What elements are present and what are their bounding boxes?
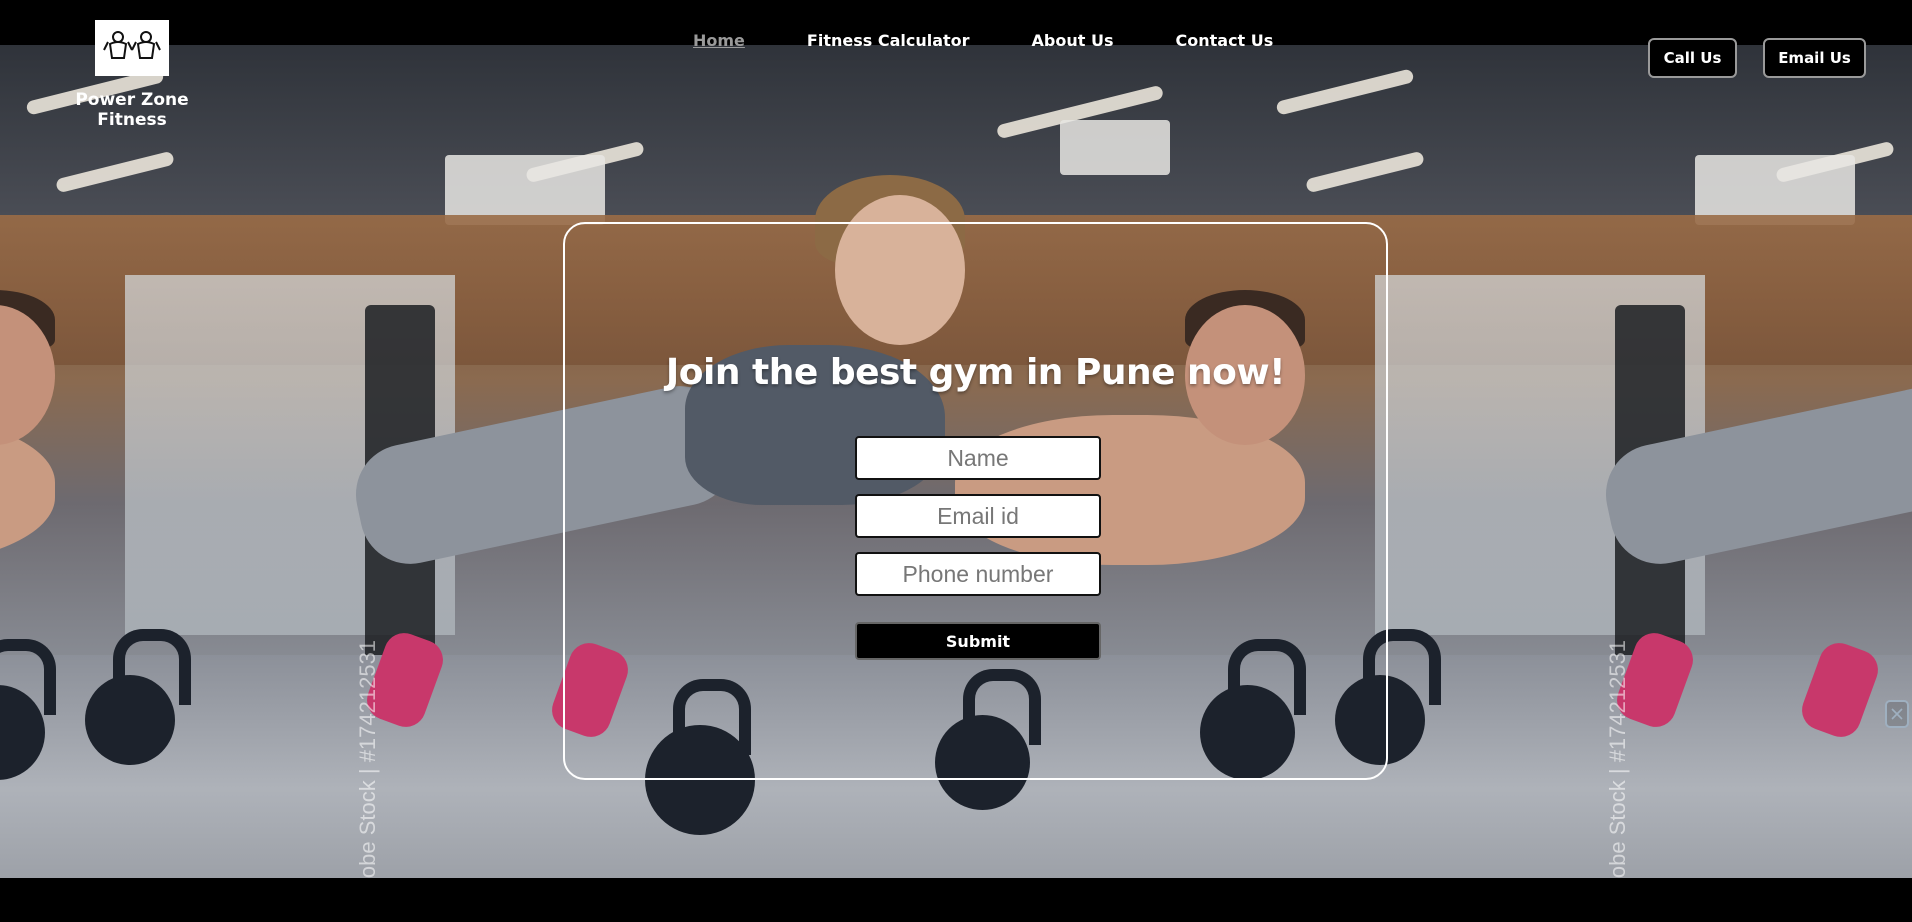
name-input[interactable] — [855, 436, 1101, 480]
stock-watermark: Adobe Stock | #174212531 — [1605, 639, 1630, 878]
nav-fitness-calculator[interactable]: Fitness Calculator — [807, 31, 970, 50]
bottom-bar — [0, 878, 1912, 922]
nav-home[interactable]: Home — [693, 31, 745, 50]
background-panel-right: Adobe Stock | #174212531 — [1585, 45, 1912, 878]
bodybuilder-logo-icon[interactable] — [95, 20, 169, 76]
submit-button[interactable]: Submit — [855, 622, 1101, 660]
call-us-button[interactable]: Call Us — [1648, 38, 1737, 78]
nav-contact-us[interactable]: Contact Us — [1176, 31, 1274, 50]
email-us-button[interactable]: Email Us — [1763, 38, 1866, 78]
background-panel-left — [0, 45, 335, 878]
main-nav: Home Fitness Calculator About Us Contact… — [693, 31, 1273, 50]
phone-input[interactable] — [855, 552, 1101, 596]
collapse-icon[interactable] — [1885, 700, 1909, 728]
brand-name: Power Zone Fitness — [75, 90, 189, 130]
brand[interactable]: Power Zone Fitness — [42, 20, 222, 130]
signup-heading: Join the best gym in Pune now! — [665, 352, 1286, 393]
signup-card: Join the best gym in Pune now! Submit — [563, 222, 1388, 780]
stock-watermark: Adobe Stock | #174212531 — [355, 639, 380, 878]
email-input[interactable] — [855, 494, 1101, 538]
nav-about-us[interactable]: About Us — [1032, 31, 1114, 50]
